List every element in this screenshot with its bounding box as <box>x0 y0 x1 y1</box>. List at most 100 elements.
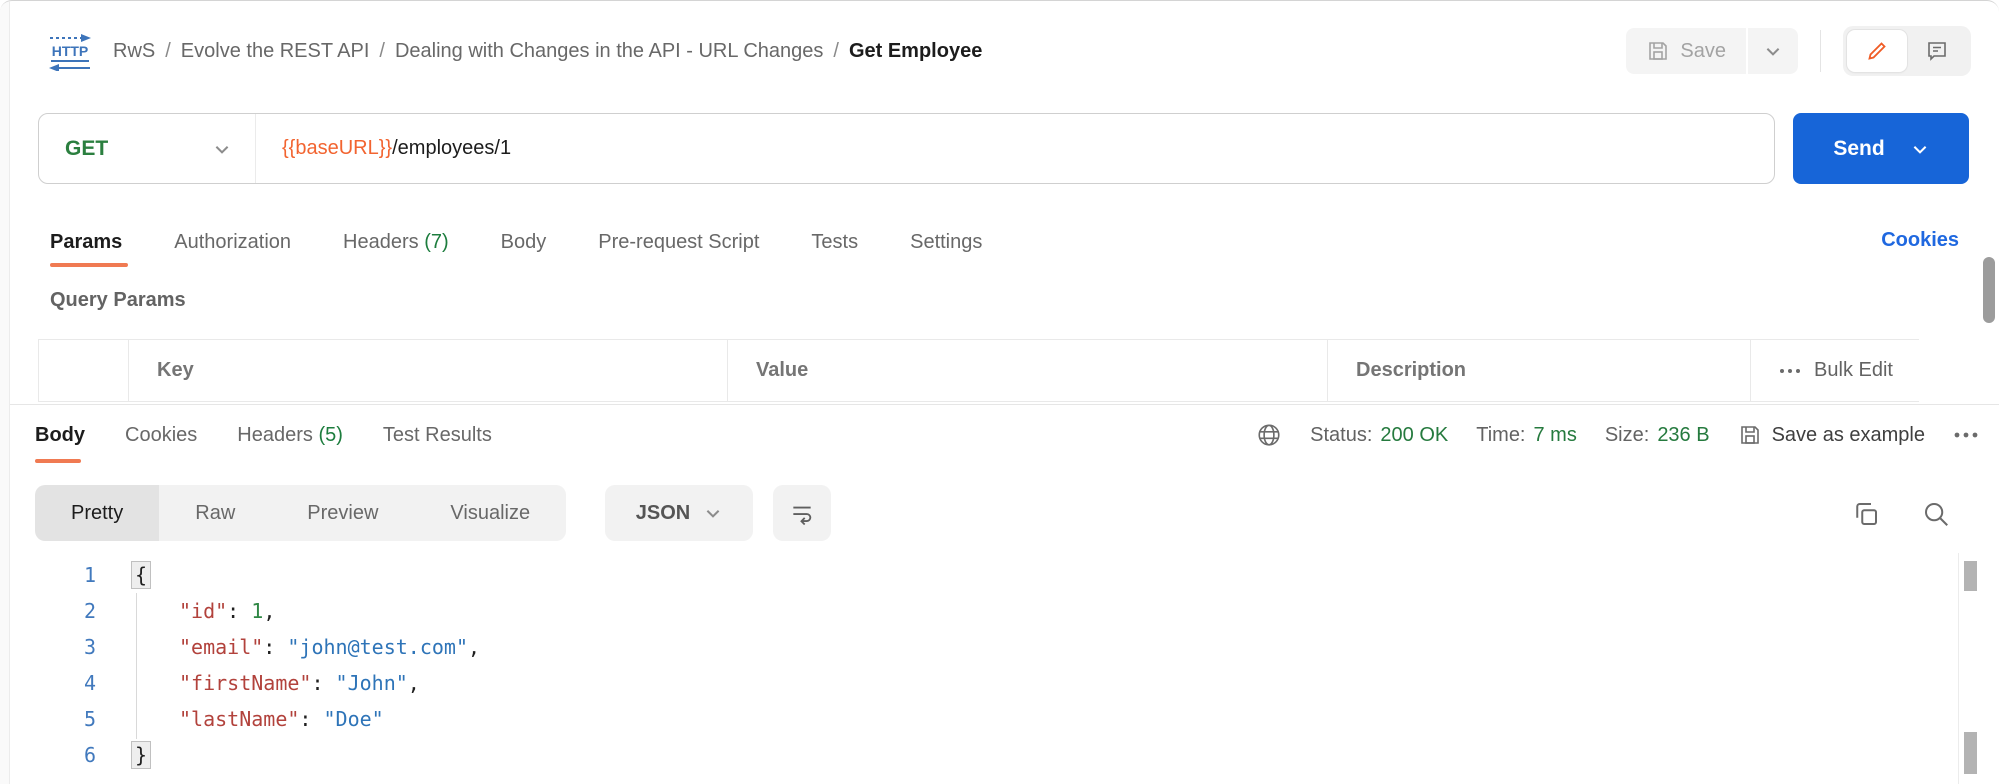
json-string-value: "john@test.com" <box>287 635 469 659</box>
status-value: 200 OK <box>1380 423 1449 446</box>
search-icon <box>1921 499 1951 529</box>
breadcrumb-separator: / <box>379 39 385 62</box>
method-selector[interactable]: GET <box>39 114 256 183</box>
status-indicator: Status: 200 OK <box>1310 424 1448 447</box>
breadcrumb-workspace[interactable]: RwS <box>113 40 155 63</box>
active-response-tab-indicator <box>35 459 81 463</box>
send-options-chevron-icon[interactable] <box>1911 140 1929 158</box>
bulk-edit-button[interactable]: Bulk Edit <box>1751 340 1920 401</box>
code-line: 2 "id": 1, <box>10 593 1979 629</box>
response-tab-headers-label: Headers <box>237 423 313 446</box>
tab-params[interactable]: Params <box>50 231 122 254</box>
tab-pre-request-script[interactable]: Pre-request Script <box>598 231 759 254</box>
active-tab-indicator <box>50 263 128 267</box>
format-label: JSON <box>635 501 691 524</box>
close-brace[interactable]: } <box>131 741 152 769</box>
wrap-text-button[interactable] <box>773 485 831 541</box>
code-line: 4 "firstName": "John", <box>10 665 1979 701</box>
response-toolbar: Pretty Raw Preview Visualize JSON <box>10 485 1999 542</box>
save-button[interactable]: Save <box>1626 28 1746 74</box>
line-number[interactable]: 3 <box>10 635 96 659</box>
tab-settings[interactable]: Settings <box>910 231 982 254</box>
save-as-example-button[interactable]: Save as example <box>1738 423 1925 447</box>
response-more-actions-button[interactable] <box>1953 431 1979 439</box>
response-tab-test-results[interactable]: Test Results <box>383 424 492 447</box>
editor-scrollbar-thumb-lower[interactable] <box>1964 732 1977 774</box>
tab-body[interactable]: Body <box>501 231 547 254</box>
json-number-value: 1 <box>251 599 264 623</box>
breadcrumb-request-name[interactable]: Get Employee <box>849 40 982 63</box>
header-actions: Save <box>1626 26 1971 76</box>
column-header-value[interactable]: Value <box>728 340 1328 401</box>
chevron-down-icon <box>213 140 231 158</box>
response-view-switcher: Pretty Raw Preview Visualize <box>35 485 567 541</box>
column-header-key[interactable]: Key <box>129 340 728 401</box>
json-comma: , <box>263 599 276 623</box>
edit-mode-button[interactable] <box>1847 30 1907 72</box>
cookies-link[interactable]: Cookies <box>1881 229 1959 252</box>
query-params-title: Query Params <box>50 289 186 311</box>
json-key: "firstName" <box>179 671 312 695</box>
tab-headers-label: Headers <box>343 230 419 253</box>
save-icon <box>1738 423 1762 447</box>
view-raw-button[interactable]: Raw <box>159 485 271 541</box>
tab-headers[interactable]: Headers (7) <box>343 231 449 254</box>
view-pretty-button[interactable]: Pretty <box>35 485 160 541</box>
line-number[interactable]: 2 <box>10 599 96 623</box>
chevron-down-icon <box>704 504 722 522</box>
response-body-editor[interactable]: 1 { 2 "id": 1, 3 "email": "john@test.com… <box>10 557 1979 773</box>
breadcrumb-folder[interactable]: Dealing with Changes in the API - URL Ch… <box>395 40 823 63</box>
json-key: "email" <box>179 635 264 659</box>
response-tab-headers[interactable]: Headers (5) <box>237 424 343 447</box>
response-status-bar: Status: 200 OK Time: 7 ms Size: 236 B Sa… <box>1256 422 1979 448</box>
send-button[interactable]: Send <box>1793 113 1969 184</box>
save-as-example-label: Save as example <box>1771 423 1925 446</box>
tab-tests[interactable]: Tests <box>811 231 858 254</box>
breadcrumb-collection[interactable]: Evolve the REST API <box>181 40 370 63</box>
json-string-value: "Doe" <box>323 707 384 731</box>
column-header-description[interactable]: Description <box>1328 340 1751 401</box>
url-input[interactable]: {{baseURL}}/employees/1 <box>256 114 511 183</box>
http-protocol-icon: HTTP <box>45 31 95 71</box>
bulk-edit-label: Bulk Edit <box>1814 359 1893 381</box>
editor-scrollbar-thumb[interactable] <box>1964 561 1977 591</box>
view-preview-button[interactable]: Preview <box>271 485 414 541</box>
edit-comment-toggle <box>1843 26 1971 76</box>
open-brace[interactable]: { <box>131 561 152 589</box>
response-tab-body[interactable]: Body <box>35 424 85 447</box>
more-dots-icon <box>1778 367 1802 375</box>
svg-text:HTTP: HTTP <box>52 43 89 59</box>
globe-icon[interactable] <box>1256 422 1282 448</box>
code-line: 3 "email": "john@test.com", <box>10 629 1979 665</box>
response-tab-headers-count: (5) <box>318 423 343 446</box>
json-key: "lastName" <box>179 707 300 731</box>
copy-response-button[interactable] <box>1851 499 1881 529</box>
code-line: 5 "lastName": "Doe" <box>10 701 1979 737</box>
line-number[interactable]: 1 <box>10 563 96 587</box>
request-url-bar: GET {{baseURL}}/employees/1 <box>38 113 1775 184</box>
save-options-button[interactable] <box>1748 28 1798 74</box>
save-icon <box>1646 39 1670 63</box>
postman-request-window: HTTP RwS / Evolve the REST API / Dealing… <box>0 0 1999 784</box>
time-indicator: Time: 7 ms <box>1476 424 1577 447</box>
method-label: GET <box>65 136 109 160</box>
window-left-edge <box>0 1 10 784</box>
response-meta-bar: Body Cookies Headers (5) Test Results St… <box>10 405 1999 465</box>
comment-mode-button[interactable] <box>1907 30 1967 72</box>
line-number[interactable]: 5 <box>10 707 96 731</box>
size-label: Size: <box>1604 423 1650 446</box>
tab-authorization[interactable]: Authorization <box>174 231 291 254</box>
format-selector[interactable]: JSON <box>605 485 753 541</box>
request-header-bar: HTTP RwS / Evolve the REST API / Dealing… <box>11 1 1999 101</box>
search-response-button[interactable] <box>1921 499 1951 529</box>
size-indicator: Size: 236 B <box>1605 424 1710 447</box>
indent-guide-line <box>136 593 137 739</box>
page-scrollbar[interactable] <box>1983 257 1995 323</box>
view-visualize-button[interactable]: Visualize <box>414 485 566 541</box>
response-tab-cookies[interactable]: Cookies <box>125 424 197 447</box>
editor-scrollbar-track <box>1958 553 1959 784</box>
line-number[interactable]: 6 <box>10 743 96 767</box>
time-value: 7 ms <box>1533 423 1577 446</box>
param-checkbox-column <box>39 340 129 401</box>
line-number[interactable]: 4 <box>10 671 96 695</box>
